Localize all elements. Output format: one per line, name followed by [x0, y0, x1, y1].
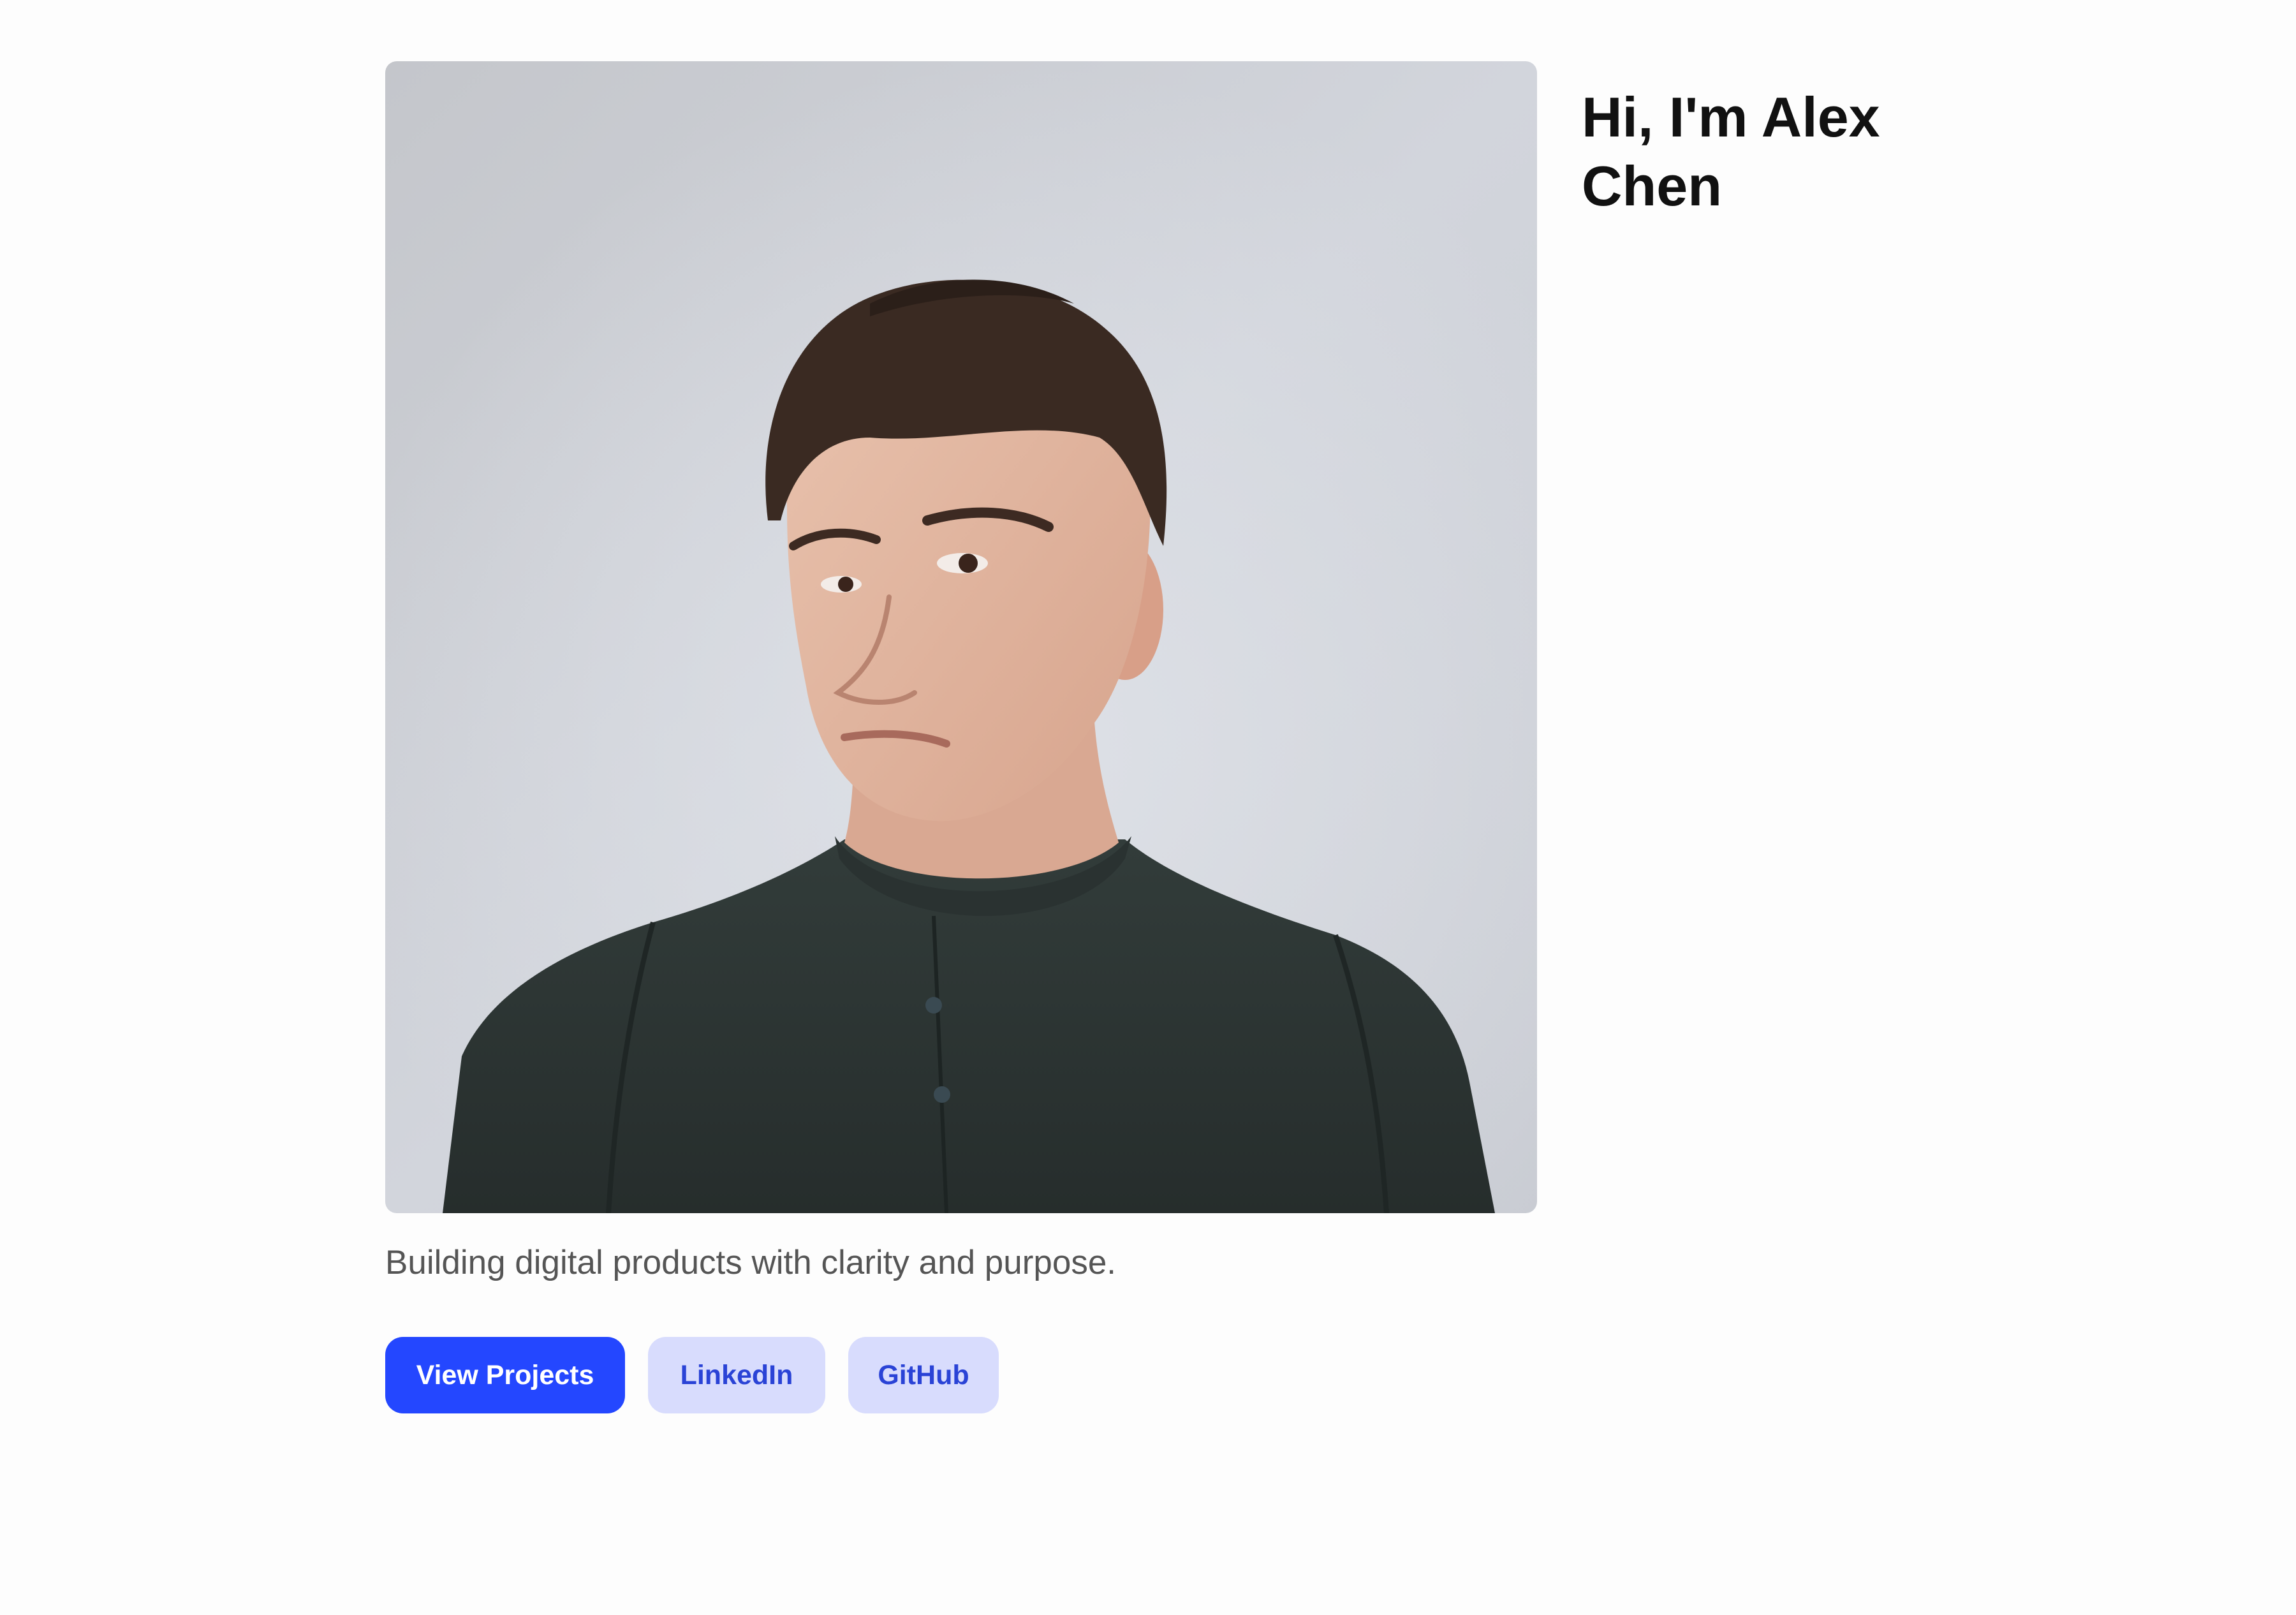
action-buttons: View Projects LinkedIn GitHub [385, 1337, 999, 1413]
page-title: Hi, I'm Alex Chen [1582, 85, 1880, 218]
tagline: Building digital products with clarity a… [385, 1244, 1117, 1281]
github-button[interactable]: GitHub [848, 1337, 999, 1413]
portfolio-hero-page: Hi, I'm Alex Chen Building digital produ… [0, 0, 2296, 1615]
portrait-illustration [385, 61, 1537, 1213]
view-projects-button[interactable]: View Projects [385, 1337, 625, 1413]
linkedin-button[interactable]: LinkedIn [648, 1337, 825, 1413]
profile-photo [385, 61, 1537, 1213]
